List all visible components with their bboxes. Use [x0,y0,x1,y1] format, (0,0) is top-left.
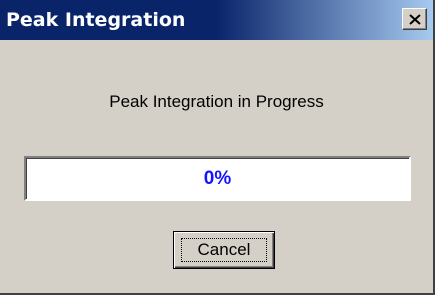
title-bar[interactable]: Peak Integration [0,0,433,40]
progress-percent: 0% [203,167,232,189]
close-icon [409,14,421,25]
status-message: Peak Integration in Progress [109,92,324,111]
close-button[interactable] [402,8,427,30]
cancel-button[interactable]: Cancel [173,231,275,269]
cancel-button-label: Cancel [181,238,267,262]
progress-bar: 0% [24,156,411,201]
dialog-window: Peak Integration Peak Integration in Pro… [0,0,435,295]
window-title: Peak Integration [6,9,186,31]
